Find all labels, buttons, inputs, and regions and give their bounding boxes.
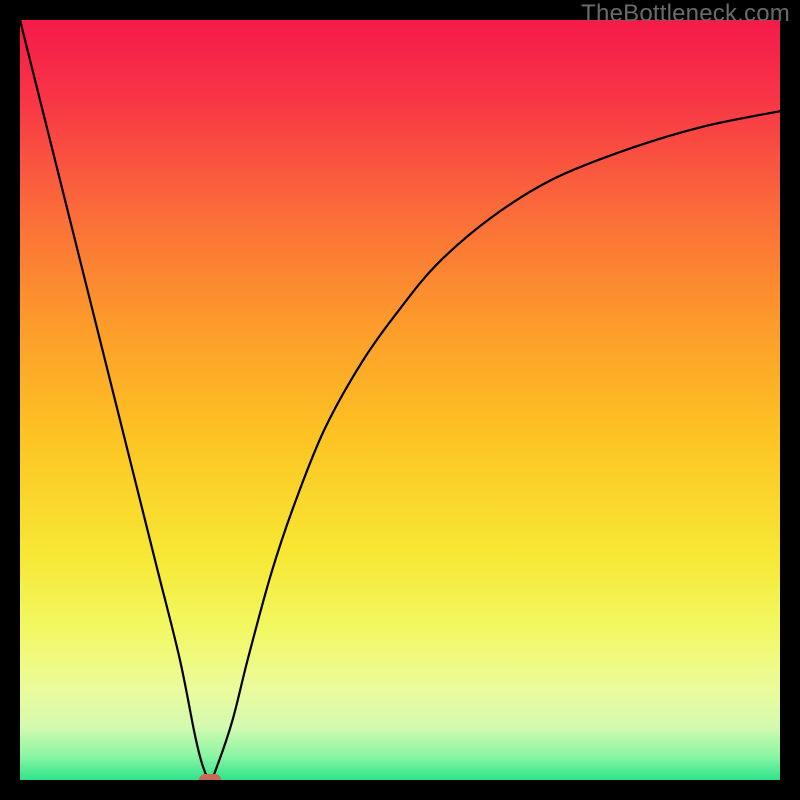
attribution-text: TheBottleneck.com — [581, 0, 790, 28]
plot-area — [20, 20, 780, 780]
chart-frame: TheBottleneck.com — [0, 0, 800, 800]
curve-layer — [20, 20, 780, 780]
bottleneck-curve — [20, 20, 780, 780]
minimum-marker — [199, 774, 221, 780]
